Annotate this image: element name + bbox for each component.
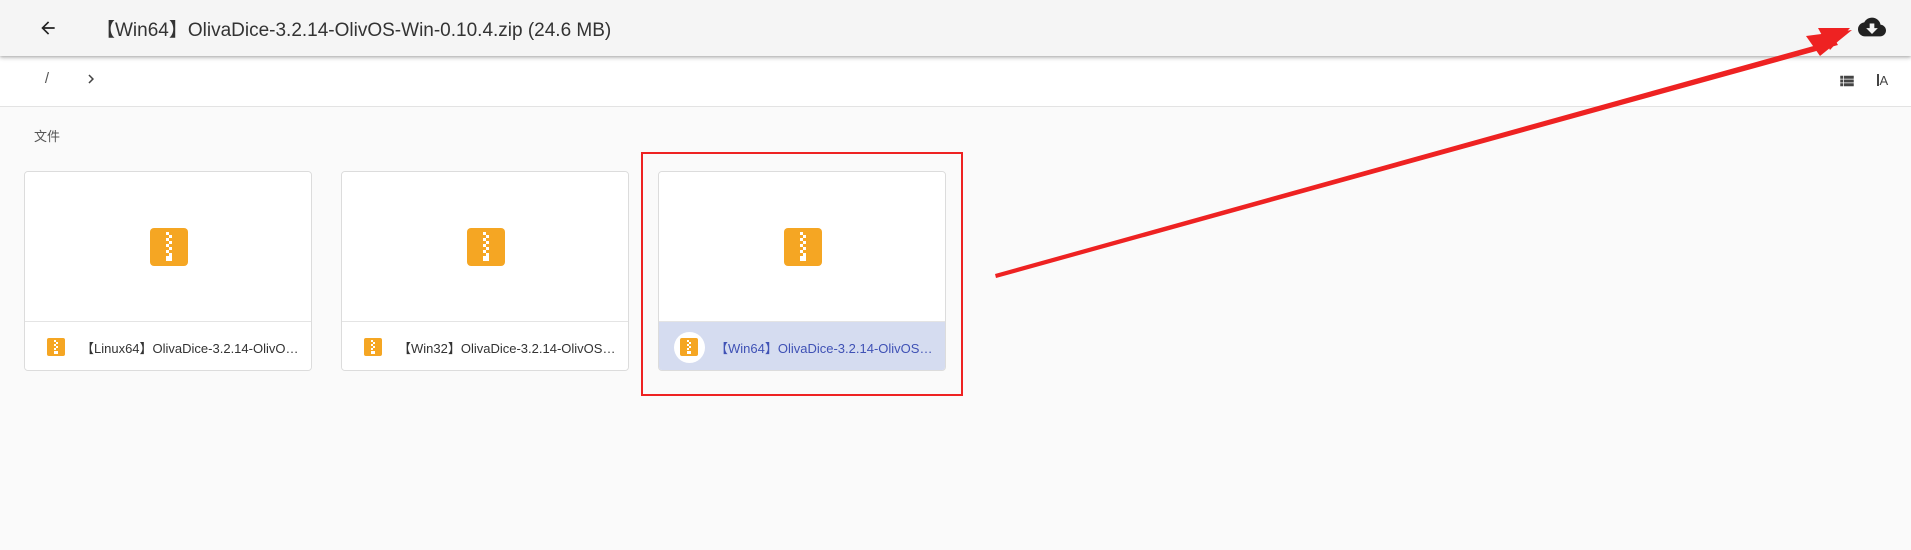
zipper-icon: [166, 232, 172, 261]
sort-direction-icon: [1877, 74, 1879, 86]
zipper-icon: [800, 232, 806, 261]
file-card-linux64[interactable]: 【Linux64】OlivaDice-3.2.14-OlivOS-Linux-0…: [24, 171, 312, 371]
view-mode-button[interactable]: [1836, 70, 1858, 92]
breadcrumb-root[interactable]: /: [40, 70, 54, 87]
chevron-right-icon: [88, 74, 94, 84]
zip-file-icon: [680, 338, 698, 356]
file-name: 【Win32】OlivaDice-3.2.14-OlivOS-Win-0.10.…: [398, 341, 616, 356]
file-card-win32[interactable]: 【Win32】OlivaDice-3.2.14-OlivOS-Win-0.10.…: [341, 171, 629, 371]
file-name: 【Win64】OlivaDice-3.2.14-OlivOS-Win-0.10.…: [715, 341, 933, 356]
file-card-footer: 【Linux64】OlivaDice-3.2.14-OlivOS-Linux-0…: [25, 322, 311, 370]
file-thumbnail: [659, 172, 945, 322]
file-card-win64[interactable]: 【Win64】OlivaDice-3.2.14-OlivOS-Win-0.10.…: [658, 171, 946, 371]
selection-checkbox[interactable]: [674, 332, 705, 363]
sort-label: A: [1879, 73, 1889, 88]
zipper-icon: [371, 340, 375, 354]
zip-file-icon: [784, 228, 822, 266]
app-bar: 【Win64】OlivaDice-3.2.14-OlivOS-Win-0.10.…: [0, 0, 1911, 56]
list-view-icon: [1840, 75, 1854, 87]
zipper-icon: [687, 340, 691, 354]
section-label-files: 文件: [34, 129, 61, 144]
file-name: 【Linux64】OlivaDice-3.2.14-OlivOS-Linux-0…: [81, 341, 299, 356]
download-button[interactable]: [1856, 10, 1888, 44]
zip-file-icon: [467, 228, 505, 266]
file-card-footer: 【Win64】OlivaDice-3.2.14-OlivOS-Win-0.10.…: [659, 322, 945, 370]
file-browser-page: 【Win64】OlivaDice-3.2.14-OlivOS-Win-0.10.…: [0, 0, 1911, 550]
file-thumbnail: [342, 172, 628, 322]
file-card-footer: 【Win32】OlivaDice-3.2.14-OlivOS-Win-0.10.…: [342, 322, 628, 370]
zip-file-icon: [150, 228, 188, 266]
zip-file-icon: [47, 338, 65, 356]
zipper-icon: [54, 340, 58, 354]
zip-file-icon: [364, 338, 382, 356]
back-button[interactable]: [30, 10, 66, 46]
sort-button[interactable]: A: [1877, 70, 1901, 92]
arrow-left-icon: [41, 21, 55, 35]
page-title: 【Win64】OlivaDice-3.2.14-OlivOS-Win-0.10.…: [96, 20, 612, 41]
cloud-download-icon: [1858, 17, 1886, 37]
zipper-icon: [483, 232, 489, 261]
breadcrumb-bar: / A: [0, 56, 1911, 107]
file-thumbnail: [25, 172, 311, 322]
